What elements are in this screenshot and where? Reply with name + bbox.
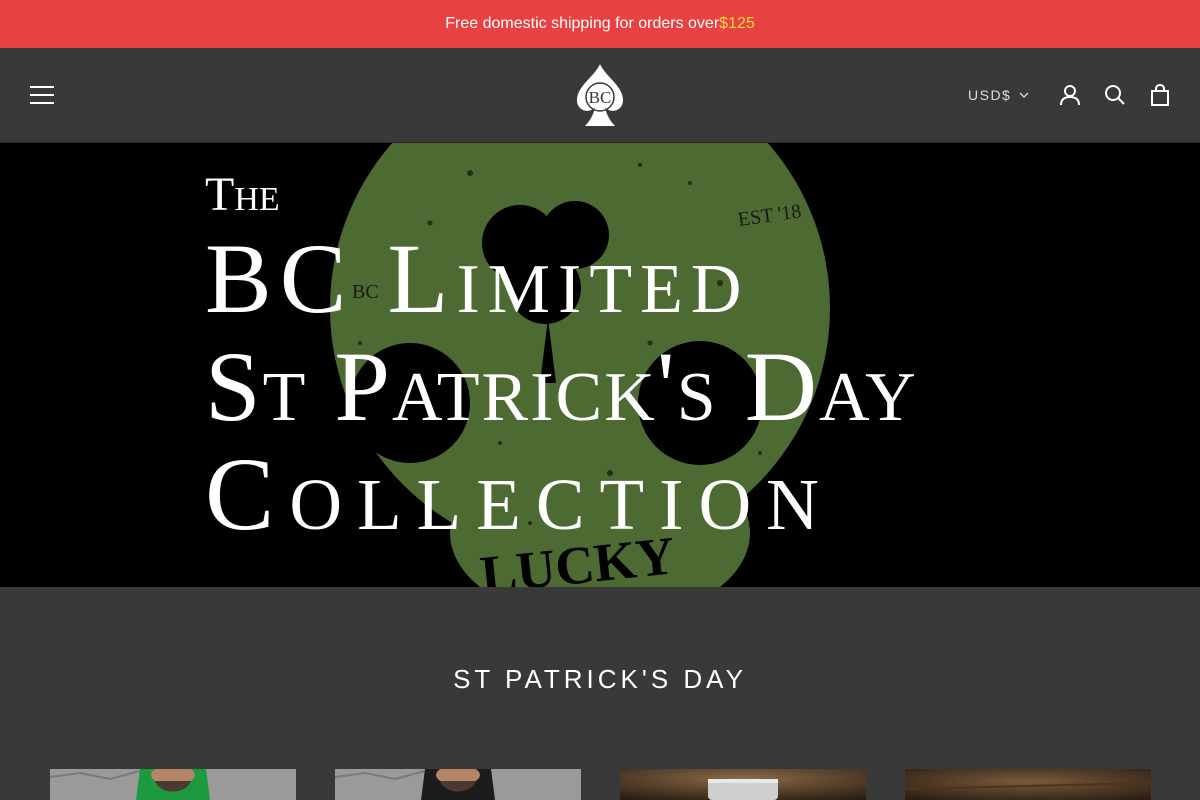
currency-selector[interactable]: USD$ [968, 87, 1029, 103]
site-header: BC USD$ [0, 48, 1200, 143]
hero-banner[interactable]: EST '18 BC LUCKY The BC Limited St Patri… [0, 143, 1200, 587]
currency-label: USD$ [968, 87, 1012, 103]
menu-icon[interactable] [30, 86, 54, 104]
hero-line-3: Collection [205, 437, 834, 552]
hero-line-2: St Patrick's Day [205, 331, 918, 442]
account-icon[interactable] [1058, 83, 1082, 107]
product-image [905, 769, 1151, 800]
product-grid [50, 769, 1151, 800]
product-image [335, 769, 581, 800]
product-card[interactable] [50, 769, 296, 800]
announcement-amount: $125 [719, 15, 755, 32]
search-icon[interactable] [1103, 83, 1127, 107]
announcement-text: Free domestic shipping for orders over [445, 15, 720, 32]
logo[interactable]: BC [573, 62, 627, 128]
product-image [50, 769, 296, 800]
product-card[interactable] [620, 769, 866, 800]
announcement-bar: Free domestic shipping for orders over $… [0, 0, 1200, 48]
product-card[interactable] [335, 769, 581, 800]
product-image [620, 769, 866, 800]
chevron-down-icon [1019, 92, 1029, 98]
product-card[interactable] [905, 769, 1151, 800]
shopping-bag-icon[interactable] [1148, 83, 1172, 107]
logo-text: BC [589, 88, 612, 107]
hero-line-1: BC Limited [205, 223, 750, 334]
section-title: ST PATRICK'S DAY [453, 664, 747, 694]
hero-line-the: The [205, 168, 280, 221]
